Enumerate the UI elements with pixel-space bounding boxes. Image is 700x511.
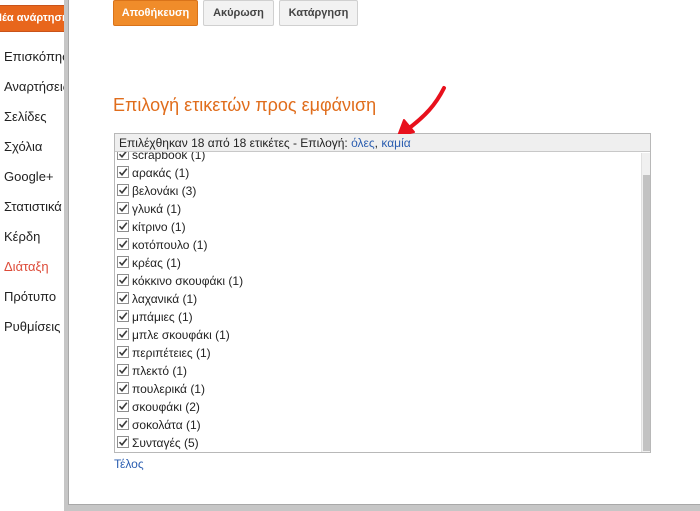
- sidebar-item-pages[interactable]: Σελίδες: [4, 108, 70, 138]
- label-name: σκουφάκι (2): [132, 400, 200, 414]
- label-list-item[interactable]: σοκολάτα (1): [115, 416, 641, 434]
- label-list-item[interactable]: γλυκά (1): [115, 200, 641, 218]
- select-none-link[interactable]: καμία: [381, 136, 410, 150]
- label-list-item[interactable]: κίτρινο (1): [115, 218, 641, 236]
- list-header: Επιλέχθηκαν 18 από 18 ετικέτες - Επιλογή…: [115, 134, 650, 152]
- done-link[interactable]: Τέλος: [114, 457, 144, 471]
- label-name: πουλερικά (1): [132, 382, 205, 396]
- label-name: σοκολάτα (1): [132, 418, 201, 432]
- sidebar-item-earnings[interactable]: Κέρδη: [4, 228, 70, 258]
- label-name: κρέας (1): [132, 256, 181, 270]
- label-list-item[interactable]: σκουφάκι (2): [115, 398, 641, 416]
- label-list[interactable]: scrapbook (1) αρακάς (1) βελονάκι (3) γλυκά…: [115, 146, 641, 452]
- list-scrollbar[interactable]: [641, 153, 650, 452]
- label-name: κόκκινο σκουφάκι (1): [132, 274, 244, 288]
- label-list-item[interactable]: κρέας (1): [115, 254, 641, 272]
- label-name: κοτόπουλο (1): [132, 238, 208, 252]
- label-list-item[interactable]: κοτόπουλο (1): [115, 236, 641, 254]
- remove-button[interactable]: Κατάργηση: [279, 0, 358, 26]
- label-name: μπλε σκουφάκι (1): [132, 328, 230, 342]
- label-list-box: Επιλέχθηκαν 18 από 18 ετικέτες - Επιλογή…: [114, 133, 651, 453]
- label-name: βελονάκι (3): [132, 184, 197, 198]
- sidebar-item-overview[interactable]: Επισκόπηση: [4, 48, 70, 78]
- label-list-item[interactable]: πλεκτό (1): [115, 362, 641, 380]
- label-name: πλεκτό (1): [132, 364, 188, 378]
- label-list-item[interactable]: πουλερικά (1): [115, 380, 641, 398]
- sidebar-item-posts[interactable]: Αναρτήσεις: [4, 78, 70, 108]
- label-name: Συνταγές (5): [132, 436, 199, 450]
- select-all-link[interactable]: όλες: [351, 136, 375, 150]
- label-list-item[interactable]: μπάμιες (1): [115, 308, 641, 326]
- selection-summary: Επιλέχθηκαν 18 από 18 ετικέτες - Επιλογή…: [119, 136, 348, 150]
- red-arrow-annotation: [397, 86, 446, 137]
- scrollbar-thumb[interactable]: [643, 175, 650, 451]
- label-name: κίτρινο (1): [132, 220, 186, 234]
- sidebar-item-settings[interactable]: Ρυθμίσεις: [4, 318, 70, 348]
- label-list-item[interactable]: Συνταγές (5): [115, 434, 641, 452]
- label-name: μπάμιες (1): [132, 310, 193, 324]
- sidebar-item-google-plus[interactable]: Google+: [4, 168, 70, 198]
- label-list-item[interactable]: κόκκινο σκουφάκι (1): [115, 272, 641, 290]
- sidebar-item-layout[interactable]: Διάταξη: [4, 258, 70, 288]
- section-title: Επιλογή ετικετών προς εμφάνιση: [113, 95, 377, 115]
- link-separator: ,: [374, 136, 379, 150]
- label-name: περιπέτειες (1): [132, 346, 211, 360]
- label-list-item[interactable]: μπλε σκουφάκι (1): [115, 326, 641, 344]
- label-list-item[interactable]: περιπέτειες (1): [115, 344, 641, 362]
- label-name: λαχανικά (1): [132, 292, 198, 306]
- sidebar-nav: Επισκόπηση Αναρτήσεις Σελίδες Σχόλια Goo…: [4, 48, 70, 348]
- label-list-item[interactable]: βελονάκι (3): [115, 182, 641, 200]
- label-list-item[interactable]: λαχανικά (1): [115, 290, 641, 308]
- cancel-button[interactable]: Ακύρωση: [203, 0, 274, 26]
- sidebar-item-stats[interactable]: Στατιστικά: [4, 198, 70, 228]
- label-name: αρακάς (1): [132, 166, 190, 180]
- label-list-item[interactable]: αρακάς (1): [115, 164, 641, 182]
- save-button[interactable]: Αποθήκευση: [113, 0, 198, 26]
- sidebar-item-template[interactable]: Πρότυπο: [4, 288, 70, 318]
- sidebar: Νέα ανάρτηση Επισκόπηση Αναρτήσεις Σελίδ…: [0, 0, 70, 511]
- sidebar-item-comments[interactable]: Σχόλια: [4, 138, 70, 168]
- label-name: γλυκά (1): [132, 202, 182, 216]
- new-post-button[interactable]: Νέα ανάρτηση: [0, 5, 66, 32]
